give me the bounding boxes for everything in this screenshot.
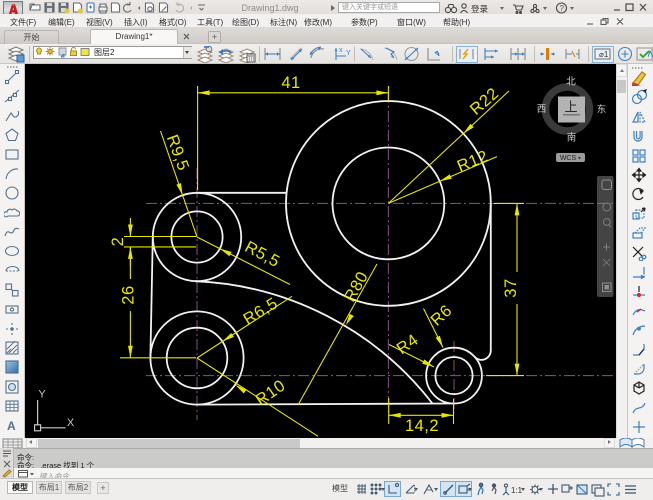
svg-text:X: X xyxy=(67,417,75,429)
svg-text:上: 上 xyxy=(564,99,577,114)
svg-text:WCS: WCS xyxy=(560,155,577,162)
svg-text:2: 2 xyxy=(109,237,127,247)
svg-text:东: 东 xyxy=(597,104,607,116)
svg-text:R5,5: R5,5 xyxy=(242,238,283,271)
svg-text:14,2: 14,2 xyxy=(405,417,439,435)
svg-text:Y: Y xyxy=(346,50,351,57)
svg-text:Y: Y xyxy=(38,388,46,400)
svg-text:x: x xyxy=(339,47,343,54)
svg-text:R6,5: R6,5 xyxy=(240,294,281,328)
svg-text:⌀1: ⌀1 xyxy=(599,50,609,59)
svg-text:37: 37 xyxy=(502,278,520,297)
svg-text:南: 南 xyxy=(567,132,577,144)
svg-text:R9,5: R9,5 xyxy=(163,132,193,173)
svg-text:A: A xyxy=(7,419,16,433)
svg-text:图层2: 图层2 xyxy=(94,48,115,57)
svg-text:26: 26 xyxy=(119,285,137,304)
svg-text:西: 西 xyxy=(537,104,547,115)
svg-text:?: ? xyxy=(560,4,565,13)
svg-text:41: 41 xyxy=(281,74,300,92)
svg-text:R80: R80 xyxy=(341,268,372,305)
svg-text:R4: R4 xyxy=(393,331,421,358)
svg-text:登录: 登录 xyxy=(471,4,489,14)
svg-text:北: 北 xyxy=(566,77,576,88)
